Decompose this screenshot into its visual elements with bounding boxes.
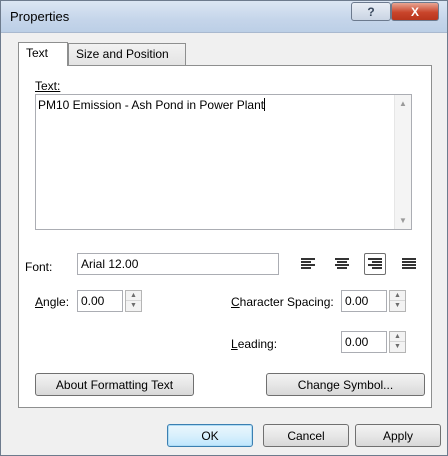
text-vertical-scrollbar[interactable]: ▲ ▼ — [394, 95, 411, 229]
angle-down-icon[interactable]: ▼ — [126, 301, 141, 311]
character-spacing-up-icon[interactable]: ▲ — [390, 291, 405, 301]
change-symbol-label: Change Symbol... — [297, 377, 394, 392]
tab-size-and-position[interactable]: Size and Position — [68, 43, 186, 65]
leading-down-icon[interactable]: ▼ — [390, 342, 405, 352]
close-icon: X — [410, 4, 419, 19]
angle-spinner[interactable]: ▲ ▼ — [125, 290, 142, 312]
leading-value: 0.00 — [345, 335, 369, 349]
align-center-button[interactable] — [331, 253, 353, 275]
leading-label: Leading: — [231, 337, 278, 351]
character-spacing-value: 0.00 — [345, 294, 369, 308]
text-caret — [264, 98, 266, 111]
title-bar: Properties ? X — [1, 1, 447, 33]
character-spacing-field[interactable]: 0.00 — [341, 290, 387, 312]
character-spacing-down-icon[interactable]: ▼ — [390, 301, 405, 311]
leading-field[interactable]: 0.00 — [341, 331, 387, 353]
font-label: Font: — [25, 260, 53, 274]
font-value: Arial 12.00 — [81, 257, 139, 271]
justify-button[interactable] — [398, 253, 420, 275]
character-spacing-label: Character Spacing: — [231, 295, 334, 309]
text-content: PM10 Emission - Ash Pond in Power Plant — [38, 98, 266, 112]
angle-value: 0.00 — [81, 294, 105, 308]
help-icon: ? — [367, 4, 375, 19]
apply-button[interactable]: Apply — [355, 424, 441, 447]
scroll-up-icon[interactable]: ▲ — [399, 99, 407, 108]
apply-label: Apply — [382, 428, 414, 443]
help-button[interactable]: ? — [351, 2, 391, 21]
font-field[interactable]: Arial 12.00 — [77, 253, 279, 275]
tab-text-label: Text — [26, 46, 49, 60]
properties-dialog: Properties ? X Text Size and Position Te… — [0, 0, 448, 456]
close-button[interactable]: X — [391, 2, 439, 21]
window-title: Properties — [10, 9, 70, 24]
cancel-button[interactable]: Cancel — [263, 424, 349, 447]
character-spacing-spinner[interactable]: ▲ ▼ — [389, 290, 406, 312]
ok-button[interactable]: OK — [167, 424, 253, 447]
cancel-label: Cancel — [287, 428, 325, 443]
leading-spinner[interactable]: ▲ ▼ — [389, 331, 406, 353]
text-tab-panel: Text: PM10 Emission - Ash Pond in Power … — [18, 65, 432, 408]
text-label: Text: — [35, 79, 61, 93]
tab-text[interactable]: Text — [18, 42, 68, 66]
scroll-down-icon[interactable]: ▼ — [399, 216, 407, 225]
change-symbol-button[interactable]: Change Symbol... — [266, 373, 425, 396]
angle-up-icon[interactable]: ▲ — [126, 291, 141, 301]
angle-label: Angle: — [35, 295, 70, 309]
align-right-icon — [368, 258, 382, 269]
about-formatting-text-label: About Formatting Text — [55, 377, 174, 392]
text-input[interactable]: PM10 Emission - Ash Pond in Power Plant … — [35, 94, 412, 230]
leading-up-icon[interactable]: ▲ — [390, 332, 405, 342]
align-right-button[interactable] — [364, 253, 386, 275]
align-center-icon — [335, 258, 349, 269]
ok-label: OK — [201, 428, 219, 443]
tab-size-label: Size and Position — [76, 47, 169, 61]
align-left-icon — [301, 258, 315, 269]
angle-field[interactable]: 0.00 — [77, 290, 123, 312]
justify-icon — [402, 258, 416, 269]
align-left-button[interactable] — [297, 253, 319, 275]
about-formatting-text-button[interactable]: About Formatting Text — [35, 373, 194, 396]
